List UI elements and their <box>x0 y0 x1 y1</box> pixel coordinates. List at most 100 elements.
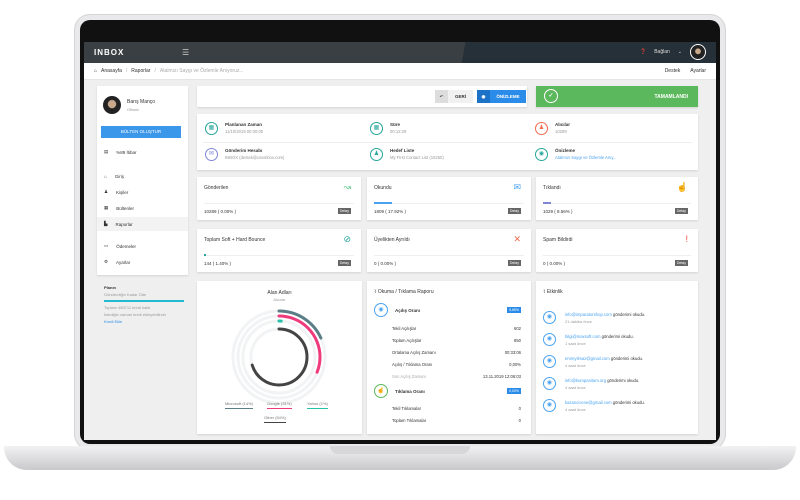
campaign-info: ▦ Planlanan Zaman 11/10/2019 00:30:00 ▦ S… <box>197 114 698 170</box>
breadcrumb-home[interactable]: Anasayfa <box>101 68 122 74</box>
detail-button[interactable]: Detay <box>337 208 351 214</box>
report-row: Ortalama Açılış Zamanı 00:33:06 <box>392 350 521 355</box>
stat-card: Üyelikten Ayrıldı ✕ 0 ( 0.00% ) Detay <box>367 229 531 272</box>
logo[interactable]: INBOX <box>94 48 124 57</box>
chevron-down-icon[interactable]: ⌄ <box>678 49 682 55</box>
info-item: ♟ Hedef Liste My First Contact List (1025… <box>370 146 530 168</box>
detail-button[interactable]: Detay <box>337 260 351 266</box>
eye-icon: ◉ <box>543 399 556 412</box>
pulse-icon: ⌇ <box>543 289 546 295</box>
legend-item[interactable]: Google (31%) <box>267 401 292 409</box>
card-icon: ▭ <box>104 243 109 248</box>
report-row: Toplam Tıklamalar 0 <box>392 418 521 423</box>
check-icon: ✓ <box>544 89 558 103</box>
pulse-icon: ⌇ <box>374 289 377 295</box>
breadcrumb-current: Atalmızı Saygı ve Özlemle Anıyoruz... <box>159 68 244 74</box>
sidebar-item-contacts[interactable]: ♟ Kişiler <box>97 185 188 199</box>
document-icon: ▦ <box>104 205 109 210</box>
info-item: ◉ Önizleme Atalmızı Saygı ve Özlemle Anıy… <box>535 146 695 168</box>
email-link[interactable]: info@imparatorshop.com <box>565 312 612 317</box>
legend-item[interactable]: Microsoft (14%) <box>225 401 254 409</box>
report-row: Son Açılış Zamanı 13.11.2019 12:06:03 <box>392 374 521 379</box>
stat-card: Okundu ✉ 1809 ( 17.92% ) Detay <box>367 177 531 220</box>
sidebar: Barış Manço Ofissiz BÜLTEN OLUŞTUR ▤ %89 … <box>97 86 188 275</box>
preview-button[interactable]: ◉ ÖNİZLEME <box>477 90 526 103</box>
screen: INBOX ☰ ❓ Bağlan ⌄ ⌂ Anasayfa / Raporlar /… <box>84 42 716 440</box>
legend-item[interactable]: Yahoo (1%) <box>307 401 328 409</box>
user-status: Ofissiz <box>127 107 139 112</box>
stat-progress <box>374 202 392 204</box>
users-icon: ♟ <box>104 189 109 194</box>
report-row: Açılış / Tıklama Oranı 0,00% <box>392 362 521 367</box>
back-button[interactable]: ↶ GERİ <box>435 90 473 103</box>
stat-icon: ✉ <box>513 182 521 192</box>
activity-item: ◉ bilgi@maxsoft.com gönderimi okudu. 1 sa… <box>543 333 693 349</box>
open-rate-badge: 5,65% <box>507 307 521 313</box>
info-icon: ◉ <box>535 148 548 161</box>
sidebar-item-newsletters[interactable]: ▦ Bültenler <box>97 201 188 215</box>
detail-button[interactable]: Detay <box>674 208 688 214</box>
avatar <box>103 96 121 114</box>
email-link[interactable]: emreyilmaz@gmail.com <box>565 356 610 361</box>
sidebar-item-settings[interactable]: ⚙ Ayarlar <box>97 255 188 269</box>
sidebar-item-home[interactable]: ⌂ Giriş <box>97 169 188 183</box>
home-icon: ⌂ <box>104 173 107 179</box>
create-newsletter-button[interactable]: BÜLTEN OLUŞTUR <box>101 126 181 138</box>
email-link[interactable]: kazancicene@gmail.com <box>565 400 612 405</box>
avatar[interactable] <box>690 44 706 60</box>
user-menu[interactable]: Bağlan <box>654 49 670 55</box>
info-item: ✉ Gönderim Hesabı INBOX (destek@useinbox.… <box>205 146 365 168</box>
add-credit-link[interactable]: Kredi Ekle <box>104 318 184 325</box>
action-bar: ↶ GERİ ◉ ÖNİZLEME <box>197 86 527 107</box>
home-icon[interactable]: ⌂ <box>94 68 97 74</box>
sidebar-item-reports[interactable]: ▙ Raporlar <box>97 217 188 231</box>
activity-item: ◉ emreyilmaz@gmail.com gönderimi okudu. 4… <box>543 355 693 371</box>
eye-icon: ◉ <box>543 311 556 324</box>
sidebar-item-payments[interactable]: ▭ Ödemeler <box>97 239 188 253</box>
laptop-notch <box>330 446 470 454</box>
domains-chart-card: Alan Adları Alıcılar Microsoft (14%) Goog… <box>197 281 362 434</box>
chart-icon: ▤ <box>104 149 109 154</box>
detail-button[interactable]: Detay <box>674 260 688 266</box>
detail-button[interactable]: Detay <box>507 208 521 214</box>
info-icon: ▦ <box>370 122 383 135</box>
gear-icon: ⚙ <box>104 259 109 264</box>
report-row: Toplam Açılışlar 850 <box>392 338 521 343</box>
stat-card: Gönderilen ↝ 10289 ( 0.00% ) Detay <box>197 177 361 220</box>
undo-icon: ↶ <box>435 90 448 103</box>
eye-icon: ◉ <box>374 303 388 317</box>
stat-card: Spam Bildirdi! 0 ( 0.00% ) Detay <box>536 229 698 272</box>
stat-card: Toplam Soft + Hard Bounce ⊘ 144 ( 1.40% )… <box>197 229 361 272</box>
status-banner: ✓ TAMAMLANDI <box>536 86 698 107</box>
stat-progress <box>543 202 552 204</box>
report-row: Tekil Tıklamalar 0 <box>392 406 521 411</box>
report-icon: ▙ <box>104 221 108 226</box>
plan-info: Planın Gönderdiğin Kadar Öde Toplam 4897… <box>104 284 184 325</box>
user-name: Barış Manço <box>127 99 156 105</box>
info-item: ▦ Süre 00:12:29 <box>370 120 530 142</box>
click-rate-badge: 0,00% <box>507 388 521 394</box>
credit-info: ▤ %89 İtibar <box>104 149 137 155</box>
help-icon[interactable]: ❓ <box>640 49 646 55</box>
hand-icon: ☝ <box>374 384 388 398</box>
info-icon: ✉ <box>205 148 218 161</box>
stat-card: Tıklandı ☝ 1029 ( 8.56% ) Detay <box>536 177 698 220</box>
stat-progress <box>204 254 206 256</box>
read-click-report: ⌇ Okuma / Tıklama Raporu ◉ Açılış Oranı … <box>367 281 531 434</box>
info-item: ▦ Planlanan Zaman 11/10/2019 00:30:00 <box>205 120 365 142</box>
settings-link[interactable]: Ayarlar <box>690 68 706 74</box>
legend-item[interactable]: Other (54%) <box>264 415 286 423</box>
ring-track <box>241 319 317 395</box>
email-link[interactable]: info@kumpanitam.org <box>565 378 606 383</box>
support-link[interactable]: Destek <box>665 68 681 74</box>
menu-icon[interactable]: ☰ <box>182 48 189 57</box>
detail-button[interactable]: Detay <box>507 260 521 266</box>
email-link[interactable]: bilgi@maxsoft.com <box>565 334 600 339</box>
eye-icon: ◉ <box>477 90 490 103</box>
stat-icon: ☝ <box>676 182 688 192</box>
breadcrumb-reports[interactable]: Raporlar <box>131 68 150 74</box>
info-icon: ♟ <box>370 148 383 161</box>
breadcrumb: ⌂ Anasayfa / Raporlar / Atalmızı Saygı ve … <box>84 63 716 80</box>
activity-item: ◉ info@kumpanitam.org gönderimi okudu. 4 … <box>543 377 693 393</box>
info-icon: ▦ <box>205 122 218 135</box>
